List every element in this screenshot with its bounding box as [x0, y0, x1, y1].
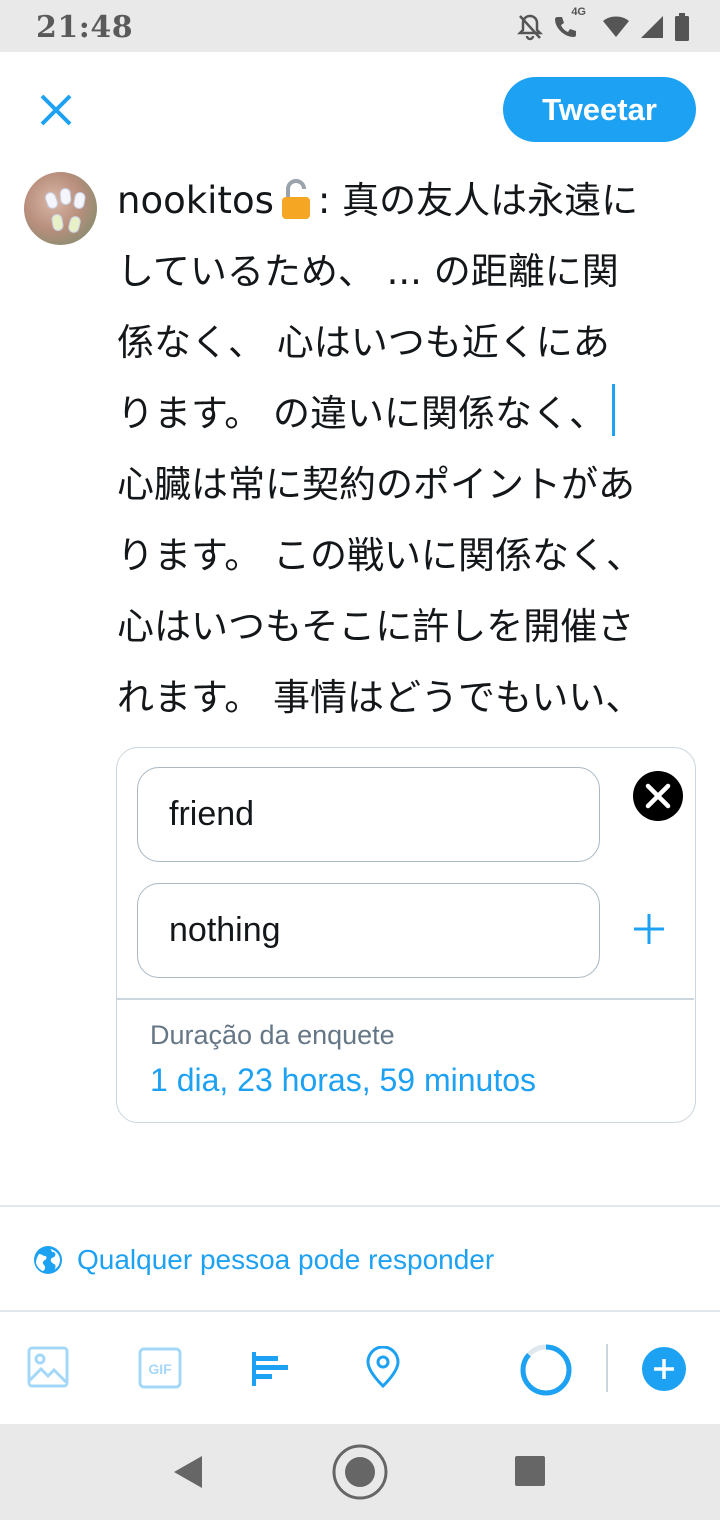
avatar-detail	[66, 214, 83, 235]
network-label: 4G	[571, 6, 586, 18]
close-circle-icon	[633, 771, 683, 821]
add-location-button[interactable]	[365, 1345, 401, 1393]
avatar[interactable]	[24, 172, 97, 245]
add-image-button[interactable]	[27, 1346, 69, 1393]
home-icon	[332, 1444, 388, 1500]
compose-header: Tweetar	[0, 52, 720, 167]
username: nookitos	[117, 179, 274, 222]
home-button[interactable]	[330, 1442, 390, 1507]
avatar-detail	[59, 187, 72, 206]
add-choice-button[interactable]	[631, 911, 667, 947]
globe-icon	[34, 1246, 62, 1274]
poll-divider	[117, 998, 694, 1000]
location-icon	[366, 1345, 400, 1389]
composer-text-line: 心臓は常に契約のポイントがあ	[117, 463, 635, 506]
open-lock-icon	[281, 179, 310, 219]
remove-poll-button[interactable]	[632, 770, 684, 822]
add-gif-button[interactable]: GIF	[138, 1347, 182, 1394]
divider	[0, 1205, 720, 1207]
poll-choice-1-input[interactable]: friend	[137, 767, 600, 862]
composer-text-line: しているため、 ... の距離に関	[117, 250, 619, 293]
avatar-detail	[50, 213, 65, 232]
recents-button[interactable]	[514, 1455, 546, 1492]
wifi-icon	[602, 15, 630, 39]
poll-duration-label: Duração da enquete	[150, 1020, 395, 1050]
character-counter	[518, 1342, 574, 1403]
plus-icon	[634, 914, 664, 944]
poll-card: friend nothing Duração da enquete 1 dia,…	[116, 747, 696, 1123]
signal-icon	[640, 15, 664, 39]
add-tweet-button[interactable]	[641, 1346, 687, 1397]
poll-duration-value[interactable]: 1 dia, 23 horas, 59 minutos	[150, 1062, 536, 1099]
status-time: 21:48	[36, 10, 134, 45]
system-navigation-bar	[0, 1424, 720, 1520]
status-icons: 4G	[517, 6, 690, 42]
add-poll-button[interactable]	[250, 1350, 292, 1393]
composer-text-line: : 真の友人は永遠に	[317, 179, 639, 222]
status-bar: 21:48 4G	[0, 0, 720, 52]
poll-choice-2-input[interactable]: nothing	[137, 883, 600, 978]
recents-icon	[515, 1456, 545, 1486]
reply-setting-label: Qualquer pessoa pode responder	[77, 1244, 495, 1275]
close-button[interactable]	[34, 88, 78, 132]
back-button[interactable]	[172, 1454, 204, 1495]
text-caret	[612, 384, 616, 436]
gif-icon: GIF	[138, 1347, 182, 1389]
composer-line: nookitos : 真の友人は永遠に	[117, 165, 697, 236]
composer-text-line: ります。 この戦いに関係なく、	[117, 534, 644, 577]
compose-toolbar: GIF	[0, 1312, 720, 1424]
battery-icon	[674, 13, 690, 41]
image-icon	[27, 1346, 69, 1388]
character-counter-ring	[520, 1344, 572, 1396]
avatar-detail	[72, 191, 87, 210]
gif-label: GIF	[148, 1361, 172, 1377]
tweet-text-input[interactable]: nookitos : 真の友人は永遠に しているため、 ... の距離に関 係な…	[117, 165, 697, 735]
close-icon	[40, 94, 72, 126]
add-tweet-icon	[642, 1347, 686, 1391]
tweet-button[interactable]: Tweetar	[503, 77, 696, 142]
poll-icon	[252, 1352, 288, 1386]
wifi-call-icon: 4G	[553, 6, 592, 40]
composer-text-line: 係なく、 心はいつも近くにあ	[117, 321, 610, 364]
toolbar-divider	[606, 1344, 608, 1392]
back-icon	[174, 1456, 202, 1488]
composer-text-line: 心はいつもそこに許しを開催さ	[117, 605, 635, 648]
avatar-detail	[43, 190, 60, 211]
mute-bell-icon	[517, 13, 544, 41]
reply-setting-button[interactable]: Qualquer pessoa pode responder	[33, 1240, 494, 1280]
composer-text-line: れます。 事情はどうでもいい、	[117, 676, 643, 719]
composer-text-line: ります。 の違いに関係なく、	[117, 392, 607, 435]
composer-line: ります。 の違いに関係なく、	[117, 378, 697, 449]
